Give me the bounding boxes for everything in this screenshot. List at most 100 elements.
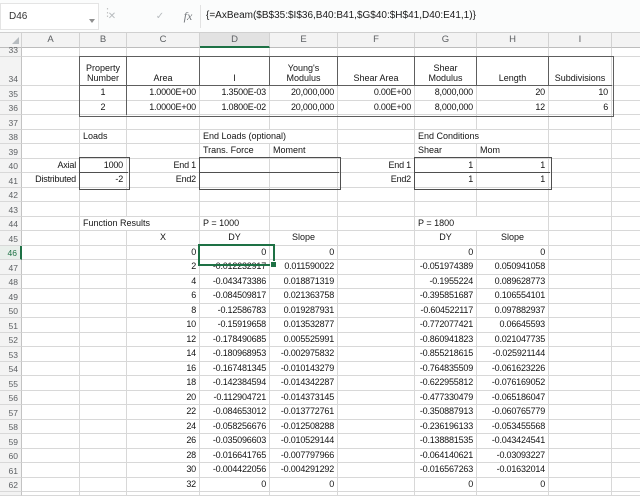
cell-x[interactable]: 10 — [127, 318, 200, 333]
cell-dy-header-2[interactable]: DY — [415, 231, 477, 246]
cell-dy-p1000[interactable]: -0.12586783 — [200, 304, 270, 319]
cell[interactable] — [549, 304, 612, 319]
cell[interactable] — [270, 115, 338, 130]
cell[interactable] — [127, 115, 200, 130]
cell-end1-label[interactable]: End 1 — [338, 159, 415, 174]
cell-dy-p1000[interactable]: -0.142384594 — [200, 376, 270, 391]
cell[interactable] — [22, 275, 80, 290]
cell-distributed-label[interactable]: Distributed — [22, 173, 80, 188]
cell-dy-p1000[interactable]: -0.012232917 — [200, 260, 270, 275]
cell[interactable] — [22, 304, 80, 319]
cell[interactable] — [612, 405, 640, 420]
name-box[interactable]: D46 — [0, 3, 99, 30]
cell-end2-label[interactable]: End2 — [338, 173, 415, 188]
column-header-G[interactable]: G — [415, 33, 477, 48]
cell[interactable] — [22, 86, 80, 101]
cell-slope-p1800[interactable]: 0.050941058 — [477, 260, 549, 275]
name-box-dropdown-icon[interactable] — [89, 19, 95, 23]
cell[interactable] — [200, 492, 270, 496]
cell[interactable] — [80, 260, 127, 275]
column-header-F[interactable]: F — [338, 33, 415, 48]
cell[interactable] — [549, 420, 612, 435]
cell[interactable] — [270, 202, 338, 217]
row-header-46[interactable]: 46 — [0, 246, 22, 261]
cell[interactable] — [549, 492, 612, 496]
cell-end-conditions-title[interactable]: End Conditions — [415, 130, 477, 145]
cell[interactable] — [549, 463, 612, 478]
cell-dy-p1000[interactable]: -0.15919658 — [200, 318, 270, 333]
cell[interactable] — [549, 130, 612, 145]
cell-slope-p1000[interactable]: 0.018871319 — [270, 275, 338, 290]
cell-dy-p1800[interactable]: 0 — [415, 478, 477, 493]
cell-dy-p1000[interactable]: -0.084653012 — [200, 405, 270, 420]
row-header-42[interactable]: 42 — [0, 188, 22, 203]
cell[interactable]: 8,000,000 — [415, 101, 477, 116]
cell-slope-p1000[interactable]: 0 — [270, 478, 338, 493]
cell[interactable] — [270, 159, 338, 174]
cell[interactable] — [22, 405, 80, 420]
row-header-41[interactable]: 41 — [0, 173, 22, 188]
cell-dy-p1000[interactable]: -0.035096603 — [200, 434, 270, 449]
cell[interactable] — [549, 144, 612, 159]
cell[interactable] — [415, 188, 477, 203]
cell-slope-p1000[interactable]: -0.013772761 — [270, 405, 338, 420]
cell[interactable] — [549, 115, 612, 130]
cell[interactable] — [22, 130, 80, 145]
cell[interactable] — [22, 188, 80, 203]
cell[interactable] — [549, 231, 612, 246]
cell-dy-p1800[interactable]: -0.138881535 — [415, 434, 477, 449]
cell[interactable] — [80, 188, 127, 203]
row-header-34[interactable]: 34 — [0, 57, 22, 86]
cell[interactable] — [549, 362, 612, 377]
cell[interactable] — [415, 48, 477, 57]
cell-dy-p1800[interactable]: -0.477330479 — [415, 391, 477, 406]
cell-x[interactable]: 4 — [127, 275, 200, 290]
cell[interactable] — [80, 434, 127, 449]
cell-function-results-title[interactable]: Function Results — [80, 217, 127, 232]
cell[interactable] — [200, 115, 270, 130]
cell[interactable] — [549, 449, 612, 464]
cell[interactable] — [612, 130, 640, 145]
cell[interactable] — [22, 347, 80, 362]
cell-dy-p1000[interactable]: -0.178490685 — [200, 333, 270, 348]
cell-dy-p1800[interactable]: -0.860941823 — [415, 333, 477, 348]
cell[interactable] — [22, 318, 80, 333]
row-header[interactable]: 49 — [0, 289, 22, 304]
cell[interactable]: 0.00E+00 — [338, 101, 415, 116]
row-header-38[interactable]: 38 — [0, 130, 22, 145]
cell[interactable] — [80, 362, 127, 377]
cell-selected-D46[interactable]: 0 — [200, 246, 270, 261]
cell[interactable] — [338, 478, 415, 493]
cell[interactable] — [415, 492, 477, 496]
cell[interactable] — [612, 478, 640, 493]
row-header[interactable]: 52 — [0, 333, 22, 348]
cell[interactable] — [338, 463, 415, 478]
cell-x[interactable]: 14 — [127, 347, 200, 362]
cell-slope-p1800[interactable]: 0.097882937 — [477, 304, 549, 319]
cell-x[interactable]: 8 — [127, 304, 200, 319]
cell[interactable] — [338, 48, 415, 57]
cell[interactable] — [80, 289, 127, 304]
cell-end2-shear[interactable]: 1 — [415, 173, 477, 188]
cell[interactable] — [549, 159, 612, 174]
cell[interactable] — [338, 188, 415, 203]
cell[interactable] — [338, 144, 415, 159]
cell-slope-p1000[interactable]: -0.010529144 — [270, 434, 338, 449]
cell-dy-p1000[interactable]: -0.167481345 — [200, 362, 270, 377]
cell[interactable] — [549, 318, 612, 333]
cell-slope-header-2[interactable]: Slope — [477, 231, 549, 246]
cell[interactable] — [612, 275, 640, 290]
cell[interactable] — [22, 492, 80, 496]
cell[interactable] — [80, 144, 127, 159]
cell[interactable] — [549, 376, 612, 391]
cell[interactable] — [200, 202, 270, 217]
cell[interactable] — [80, 275, 127, 290]
cell-x[interactable]: 16 — [127, 362, 200, 377]
cell[interactable] — [549, 173, 612, 188]
cell-slope-p1800[interactable]: 0.06645593 — [477, 318, 549, 333]
cell-x[interactable]: 6 — [127, 289, 200, 304]
cell[interactable]: 20,000,000 — [270, 86, 338, 101]
cell[interactable] — [477, 188, 549, 203]
cell[interactable] — [612, 159, 640, 174]
cell[interactable] — [80, 304, 127, 319]
